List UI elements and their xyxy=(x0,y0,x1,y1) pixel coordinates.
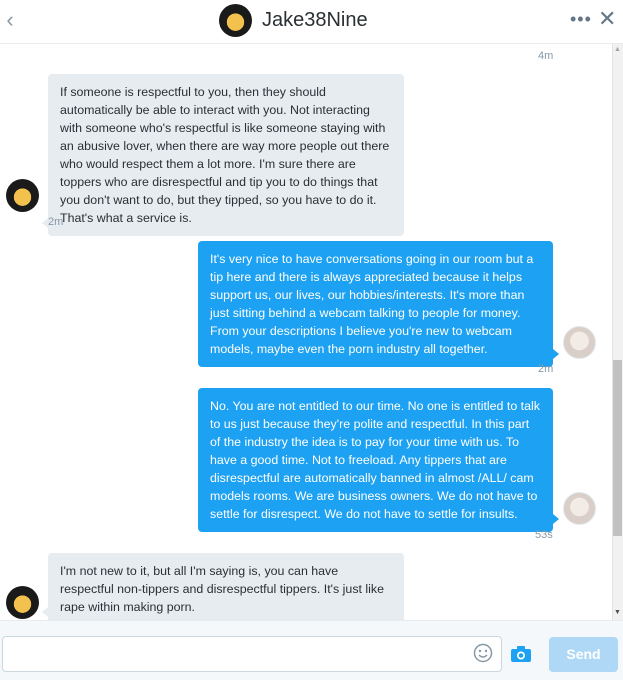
close-icon[interactable]: ✕ xyxy=(598,8,616,30)
chevron-left-icon[interactable]: ‹ xyxy=(2,9,18,31)
emoji-icon[interactable] xyxy=(473,643,493,663)
avatar[interactable] xyxy=(6,179,39,212)
more-dots-icon[interactable]: ••• xyxy=(570,8,592,30)
conversation-header: ‹ Jake38Nine ••• ✕ xyxy=(0,0,623,44)
timestamp: 2m xyxy=(538,363,554,375)
conversation-title[interactable]: Jake38Nine xyxy=(262,8,368,32)
scrollbar-thumb[interactable] xyxy=(613,360,622,536)
camera-icon[interactable] xyxy=(510,645,532,663)
send-button[interactable]: Send xyxy=(549,637,618,672)
timestamp: 53s xyxy=(535,529,553,541)
message-incoming: I'm not new to it, but all I'm saying is… xyxy=(42,553,404,620)
avatar[interactable] xyxy=(563,492,596,525)
message-outgoing: It's very nice to have conversations goi… xyxy=(198,241,559,367)
message-outgoing: No. You are not entitled to our time. No… xyxy=(198,388,559,532)
message-input[interactable] xyxy=(2,636,502,672)
timestamp: 4m xyxy=(538,50,554,62)
scroll-up-arrow-icon[interactable]: ▲ xyxy=(613,46,622,54)
scroll-down-arrow-icon[interactable]: ▼ xyxy=(613,609,622,617)
avatar[interactable] xyxy=(219,4,252,37)
avatar[interactable] xyxy=(563,326,596,359)
message-list[interactable]: 4m If someone is respectful to you, then… xyxy=(0,44,613,620)
timestamp: 2m xyxy=(48,216,64,228)
message-incoming: If someone is respectful to you, then th… xyxy=(42,74,404,236)
avatar[interactable] xyxy=(6,586,39,619)
